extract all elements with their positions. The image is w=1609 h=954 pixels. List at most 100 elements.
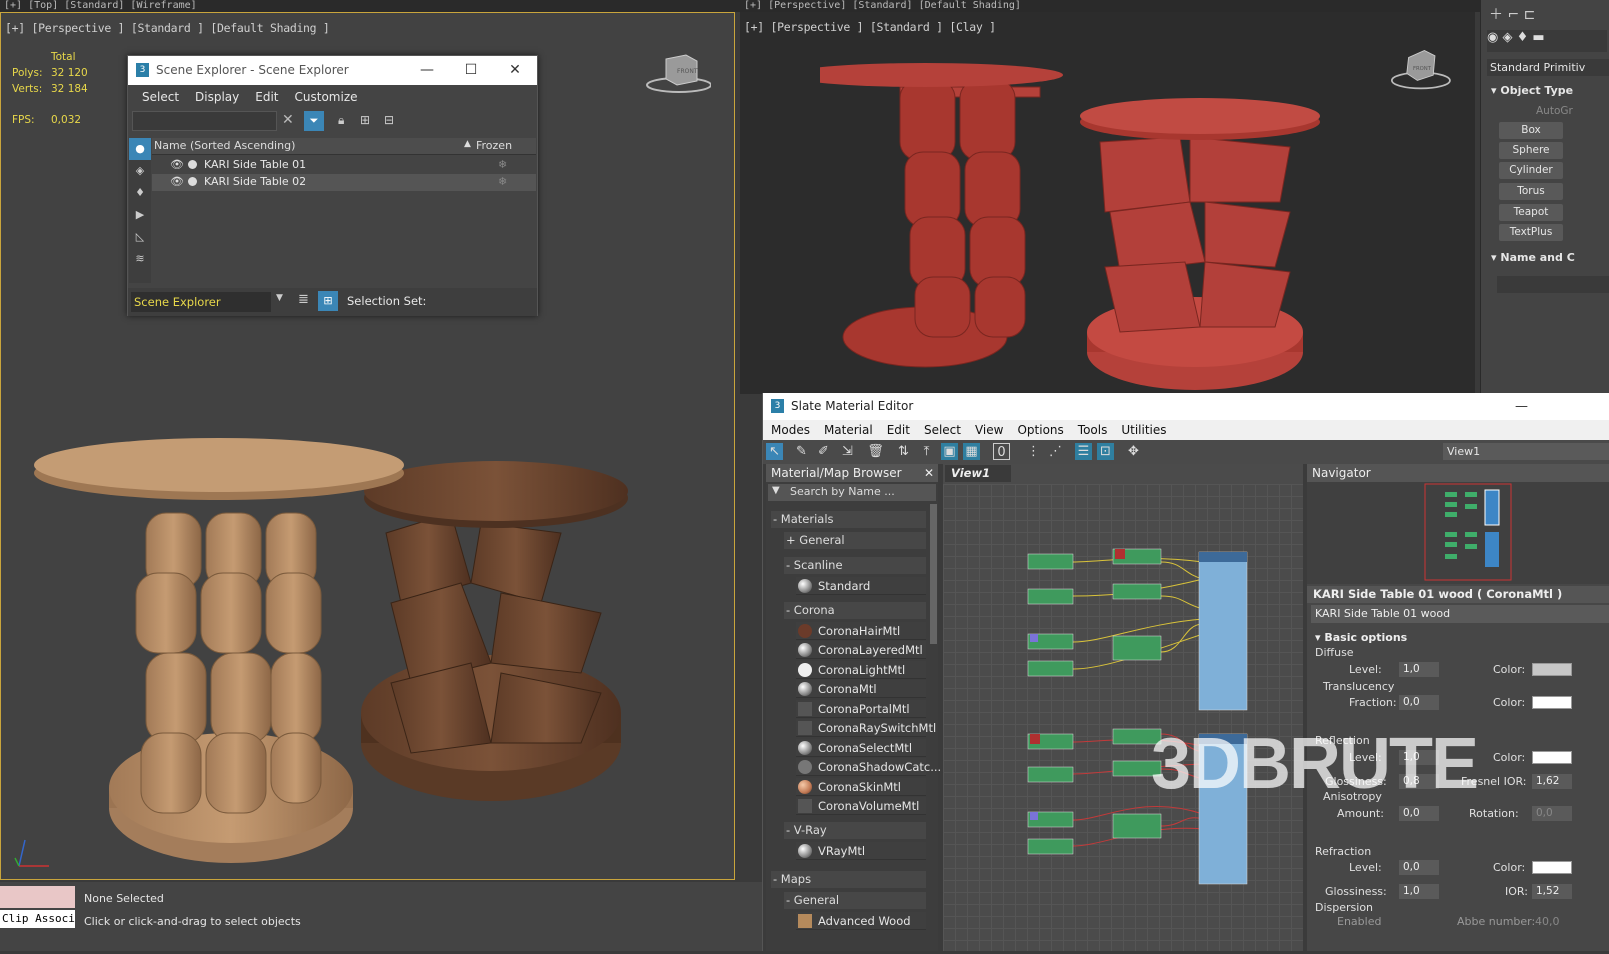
minimize-icon[interactable]: — [1515,393,1528,420]
maximize-icon[interactable]: ☐ [449,56,493,85]
object-name-field[interactable] [1497,276,1609,293]
material-name-field[interactable]: KARI Side Table 01 wood [1311,605,1609,623]
search-input[interactable] [132,111,277,131]
object-type-rollout[interactable]: ▾ Object Type [1491,84,1573,97]
render-toggle-icon[interactable] [188,177,197,186]
cylinder-button[interactable]: Cylinder [1499,162,1563,179]
hierarchy-view-icon[interactable]: ⊞ [318,291,338,311]
minimize-icon[interactable]: — [405,56,449,85]
abbe-value[interactable]: 40,0 [1535,915,1560,928]
lights-filter-icon[interactable]: ♦ [129,182,151,204]
list-item[interactable]: CoronaMtl [796,680,926,698]
sphere-button[interactable]: Sphere [1499,142,1563,159]
menu-display[interactable]: Display [187,86,247,108]
browser-toggle-icon[interactable]: ☰ [1075,443,1092,460]
navigator-icon[interactable]: ✥ [1125,443,1142,460]
create-category-icons[interactable]: ◉ ◈ ♦ ▬ [1487,30,1607,52]
helpers-filter-icon[interactable]: ◺ [129,226,151,248]
refr-glossiness-spinner[interactable]: 1,0 [1399,884,1439,899]
menu-select[interactable]: Select [917,420,968,440]
slate-titlebar[interactable]: 3 Slate Material Editor — [763,393,1609,420]
assign-material-icon[interactable]: ⇲ [839,443,856,460]
view-dropdown[interactable]: View1 [1443,443,1609,460]
list-item[interactable]: Advanced Wood [796,912,926,930]
editor-toggle-icon[interactable]: ⊡ [1097,443,1114,460]
list-item[interactable]: CoronaRaySwitchMtl [796,719,936,737]
shapes-filter-icon[interactable]: ◈ [129,160,151,182]
name-color-rollout[interactable]: ▾ Name and C [1491,251,1575,264]
node-view[interactable]: View1 [943,464,1303,951]
visibility-eye-icon[interactable]: 👁︎ [170,175,184,188]
clay-tables-render[interactable] [820,52,1340,392]
sample-uv-icon[interactable]: 0 [993,443,1010,460]
viewcube-right-icon[interactable]: FRONT [1385,47,1455,91]
search-input[interactable]: Search by Name ... [790,485,895,498]
menu-tools[interactable]: Tools [1071,420,1115,440]
render-toggle-icon[interactable] [188,160,197,169]
search-options-icon[interactable]: ▼ [772,485,780,496]
freeze-icon[interactable]: ❄ [498,175,507,188]
list-item[interactable]: CoronaShadowCatc... [796,758,941,776]
put-material-icon[interactable]: ✐ [815,443,832,460]
browser-search[interactable]: ▼ Search by Name ... [768,484,936,501]
amount-spinner[interactable]: 0,0 [1399,806,1439,821]
geometry-filter-icon[interactable]: ● [129,138,151,160]
translucency-color-swatch[interactable] [1532,696,1572,709]
list-item[interactable]: CoronaVolumeMtl [796,797,926,815]
name-column-header[interactable]: Name (Sorted Ascending) [154,139,295,152]
refr-level-spinner[interactable]: 0,0 [1399,860,1439,875]
command-tabs[interactable]: ＋ ⌐ ⊏ [1489,4,1604,23]
viewport-label[interactable]: [+] [Perspective ] [Standard ] [Default … [5,21,330,35]
filter-icon[interactable]: ⏷ [304,111,324,131]
cameras-filter-icon[interactable]: ▶ [129,204,151,226]
freeze-icon[interactable]: ❄ [498,158,507,171]
menu-select[interactable]: Select [134,86,187,108]
list-item[interactable]: CoronaPortalMtl [796,700,926,718]
menu-view[interactable]: View [968,420,1010,440]
fresnel-spinner[interactable]: 1,62 [1532,774,1572,789]
list-item[interactable]: CoronaSkinMtl [796,778,926,796]
textplus-button[interactable]: TextPlus [1499,224,1563,241]
maxscript-input[interactable]: Clip Associ [0,910,75,928]
basic-options-rollout[interactable]: ▾ Basic options [1315,631,1407,644]
frozen-column-header[interactable]: Frozen [476,139,512,152]
scene-explorer-titlebar[interactable]: 3 Scene Explorer - Scene Explorer — ☐ ✕ [128,56,537,85]
diffuse-color-swatch[interactable] [1532,663,1572,676]
list-item[interactable]: CoronaHairMtl [796,622,926,640]
torus-button[interactable]: Torus [1499,183,1563,200]
refl-color-swatch[interactable] [1532,751,1572,764]
list-item[interactable]: VRayMtl [796,842,926,860]
navigator-canvas[interactable] [1307,482,1609,584]
menu-edit[interactable]: Edit [880,420,917,440]
menu-utilities[interactable]: Utilities [1114,420,1173,440]
select-tool-icon[interactable]: ↖ [766,443,783,460]
viewport-label-right[interactable]: [+] [Perspective ] [Standard ] [Clay ] [744,20,996,34]
maxscript-listener[interactable] [0,886,75,908]
menu-customize[interactable]: Customize [287,86,366,108]
explorer-dropdown[interactable]: Scene Explorer [131,292,271,312]
rotation-spinner[interactable]: 0,0 [1532,806,1572,821]
scanline-group[interactable]: - Scanline [784,557,926,574]
corona-group[interactable]: - Corona [784,602,926,619]
list-item[interactable]: CoronaLightMtl [796,661,926,679]
visibility-eye-icon[interactable]: 👁︎ [170,158,184,171]
chevron-down-icon[interactable]: ▼ [276,293,283,303]
background-icon[interactable]: ▦ [963,443,980,460]
fraction-spinner[interactable]: 0,0 [1399,695,1439,710]
list-item[interactable]: Standard [796,577,926,595]
browser-scrollbar[interactable] [930,504,937,644]
teapot-button[interactable]: Teapot [1499,204,1563,221]
show-map-icon[interactable]: ▣ [941,443,958,460]
close-icon[interactable]: ✕ [924,464,934,482]
materials-group[interactable]: - Materials [771,511,926,528]
ior-spinner[interactable]: 1,52 [1532,884,1572,899]
layers-icon[interactable]: ≣ [298,292,309,307]
close-icon[interactable]: ✕ [493,56,537,85]
table-row[interactable]: 👁︎ KARI Side Table 01 ❄ [152,157,536,174]
pick-material-icon[interactable]: ✎ [793,443,810,460]
box-button[interactable]: Box [1499,122,1563,139]
viewcube-icon[interactable]: FRONT [641,51,711,95]
tab-view1[interactable]: View1 [945,465,1011,482]
refr-color-swatch[interactable] [1532,861,1572,874]
menu-modes[interactable]: Modes [764,420,817,440]
